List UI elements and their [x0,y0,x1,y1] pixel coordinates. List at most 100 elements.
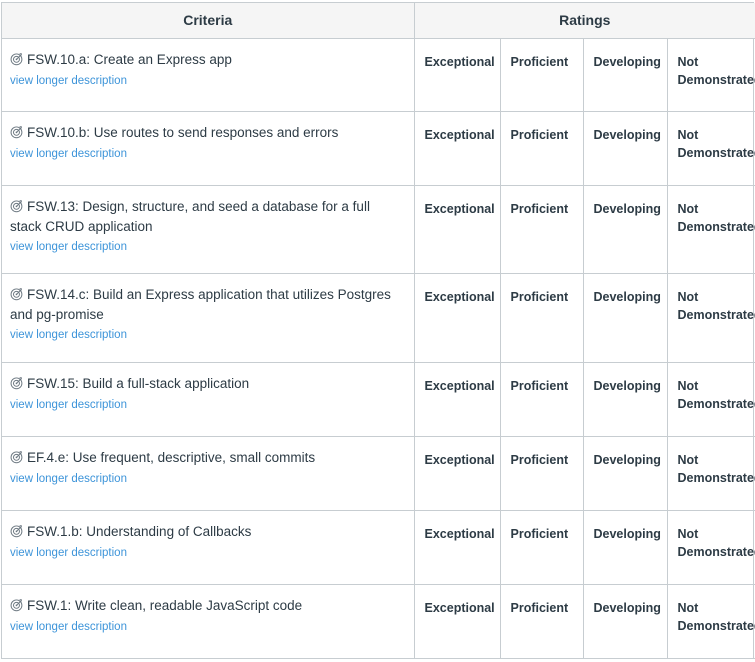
table-row: FSW.10.a: Create an Express app view long… [2,39,755,112]
criterion-description: FSW.14.c: Build an Express application t… [10,285,404,324]
criterion-text: FSW.1.b: Understanding of Callbacks [27,524,251,539]
rating-cell[interactable]: Developing [583,39,667,112]
rating-cell[interactable]: Developing [583,437,667,511]
rating-cell[interactable]: Not Demonstrated [667,511,755,585]
rating-cell[interactable]: Proficient [500,585,583,659]
rating-cell[interactable]: Exceptional [414,585,500,659]
rating-cell[interactable]: Exceptional [414,39,500,112]
outcome-target-icon [10,52,24,66]
table-row: FSW.1: Write clean, readable JavaScript … [2,585,755,659]
rating-cell[interactable]: Proficient [500,112,583,186]
view-longer-description-link[interactable]: view longer description [10,75,127,89]
criterion-text: FSW.15: Build a full-stack application [27,376,249,391]
rating-label: Developing [594,377,667,395]
criterion-text: FSW.1: Write clean, readable JavaScript … [27,598,302,613]
rating-label: Developing [594,599,667,617]
criterion-cell: FSW.14.c: Build an Express application t… [2,274,414,363]
criterion-cell: FSW.10.b: Use routes to send responses a… [2,112,414,186]
rating-label: Developing [594,53,667,71]
table-row: FSW.10.b: Use routes to send responses a… [2,112,755,186]
rating-label: Not Demonstrated [678,525,755,561]
criterion-cell: EF.4.e: Use frequent, descriptive, small… [2,437,414,511]
rating-label: Developing [594,525,667,543]
criterion-cell: FSW.1.b: Understanding of Callbacks view … [2,511,414,585]
view-longer-description-link[interactable]: view longer description [10,473,127,487]
rating-cell[interactable]: Developing [583,585,667,659]
ratings-column-header: Ratings [414,3,755,39]
rating-label: Exceptional [425,288,500,306]
view-longer-description-link[interactable]: view longer description [10,621,127,635]
rating-label: Not Demonstrated [678,53,755,89]
outcome-target-icon [10,199,24,213]
table-row: FSW.13: Design, structure, and seed a da… [2,186,755,274]
rating-cell[interactable]: Not Demonstrated [667,274,755,363]
rating-cell[interactable]: Proficient [500,511,583,585]
rating-cell[interactable]: Not Demonstrated [667,112,755,186]
criterion-text: FSW.10.a: Create an Express app [27,52,232,67]
rating-label: Not Demonstrated [678,377,755,413]
rating-cell[interactable]: Exceptional [414,112,500,186]
rating-cell[interactable]: Developing [583,274,667,363]
rating-label: Exceptional [425,53,500,71]
rating-label: Exceptional [425,200,500,218]
rating-cell[interactable]: Proficient [500,437,583,511]
rating-label: Proficient [511,377,583,395]
rating-cell[interactable]: Proficient [500,186,583,274]
rating-label: Proficient [511,200,583,218]
view-longer-description-link[interactable]: view longer description [10,329,127,343]
rating-label: Developing [594,126,667,144]
rubric-table: Criteria Ratings FSW.10.a: Create an Exp… [2,3,755,659]
view-longer-description-link[interactable]: view longer description [10,547,127,561]
outcome-target-icon [10,287,24,301]
criterion-description: FSW.1: Write clean, readable JavaScript … [10,596,404,616]
rating-label: Proficient [511,599,583,617]
criterion-cell: FSW.10.a: Create an Express app view long… [2,39,414,112]
header-row: Criteria Ratings [2,3,755,39]
table-row: FSW.1.b: Understanding of Callbacks view … [2,511,755,585]
rubric-table-body: FSW.10.a: Create an Express app view long… [2,39,755,659]
rating-label: Not Demonstrated [678,200,755,236]
rating-cell[interactable]: Exceptional [414,437,500,511]
rating-label: Proficient [511,288,583,306]
table-row: EF.4.e: Use frequent, descriptive, small… [2,437,755,511]
outcome-target-icon [10,524,24,538]
criterion-text: EF.4.e: Use frequent, descriptive, small… [27,450,315,465]
rating-cell[interactable]: Not Demonstrated [667,437,755,511]
rating-label: Not Demonstrated [678,451,755,487]
rating-cell[interactable]: Exceptional [414,511,500,585]
rating-cell[interactable]: Not Demonstrated [667,363,755,437]
criterion-text: FSW.13: Design, structure, and seed a da… [10,199,370,234]
rating-cell[interactable]: Exceptional [414,363,500,437]
outcome-target-icon [10,376,24,390]
rating-cell[interactable]: Developing [583,186,667,274]
rubric-table-container: Criteria Ratings FSW.10.a: Create an Exp… [1,2,754,659]
criterion-description: FSW.15: Build a full-stack application [10,374,404,394]
rating-cell[interactable]: Proficient [500,363,583,437]
rating-label: Not Demonstrated [678,599,755,635]
view-longer-description-link[interactable]: view longer description [10,241,127,255]
rating-label: Exceptional [425,451,500,469]
rating-label: Not Demonstrated [678,288,755,324]
rating-cell[interactable]: Proficient [500,274,583,363]
rating-cell[interactable]: Not Demonstrated [667,39,755,112]
rating-cell[interactable]: Proficient [500,39,583,112]
criterion-cell: FSW.13: Design, structure, and seed a da… [2,186,414,274]
criterion-text: FSW.10.b: Use routes to send responses a… [27,125,338,140]
outcome-target-icon [10,450,24,464]
criterion-description: FSW.10.b: Use routes to send responses a… [10,123,404,143]
rating-cell[interactable]: Exceptional [414,186,500,274]
criterion-description: FSW.1.b: Understanding of Callbacks [10,522,404,542]
view-longer-description-link[interactable]: view longer description [10,148,127,162]
table-row: FSW.14.c: Build an Express application t… [2,274,755,363]
rating-cell[interactable]: Developing [583,363,667,437]
rating-cell[interactable]: Developing [583,112,667,186]
rating-label: Not Demonstrated [678,126,755,162]
criterion-cell: FSW.15: Build a full-stack application vi… [2,363,414,437]
rating-cell[interactable]: Not Demonstrated [667,186,755,274]
rating-cell[interactable]: Developing [583,511,667,585]
rating-label: Developing [594,200,667,218]
rating-cell[interactable]: Not Demonstrated [667,585,755,659]
view-longer-description-link[interactable]: view longer description [10,399,127,413]
rating-label: Exceptional [425,599,500,617]
rating-cell[interactable]: Exceptional [414,274,500,363]
